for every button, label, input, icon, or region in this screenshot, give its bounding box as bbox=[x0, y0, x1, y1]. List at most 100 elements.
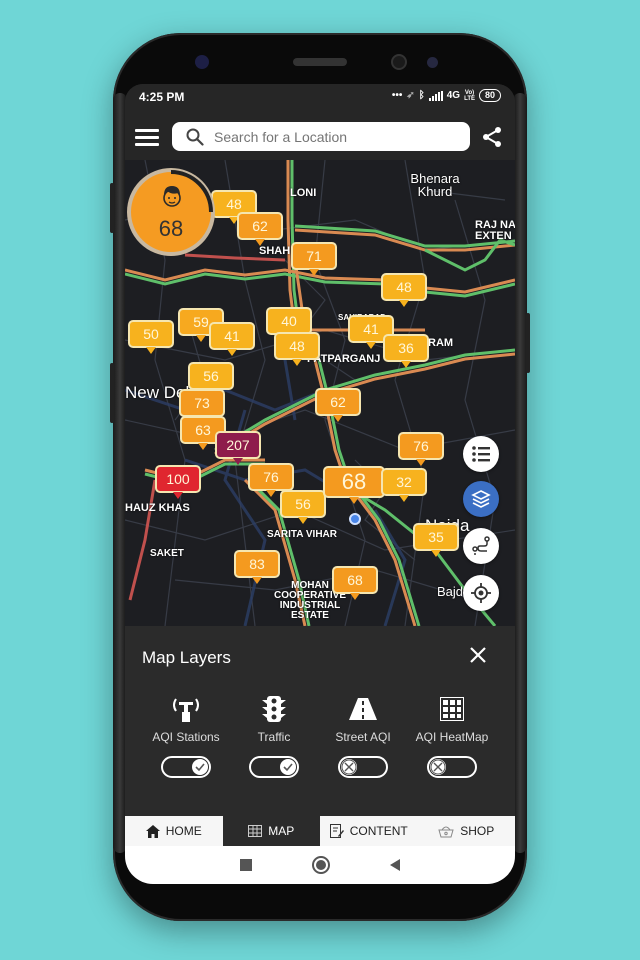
aqi-marker-value: 100 bbox=[166, 471, 190, 487]
share-icon[interactable] bbox=[481, 126, 503, 148]
aqi-value: 68 bbox=[158, 216, 184, 241]
grid-icon bbox=[440, 697, 464, 721]
menu-icon-line bbox=[135, 129, 159, 132]
place-label: SARITA VIHAR bbox=[267, 529, 337, 540]
recents-icon bbox=[240, 859, 252, 871]
aqi-marker[interactable]: 100 bbox=[155, 465, 201, 499]
traffic-light-icon bbox=[262, 696, 286, 722]
aqi-map[interactable]: LONI Bhenara Khurd RAJ NA EXTEN SHAH SAH… bbox=[125, 160, 515, 626]
my-location-button[interactable] bbox=[463, 575, 499, 611]
aqi-marker-value: 62 bbox=[330, 394, 346, 410]
aqi-marker[interactable]: 50 bbox=[128, 320, 174, 354]
menu-button[interactable] bbox=[135, 129, 159, 147]
menu-icon-line bbox=[135, 143, 159, 146]
aqi-marker-value: 36 bbox=[398, 340, 414, 356]
aqi-marker[interactable]: 35 bbox=[413, 523, 459, 557]
aqi-marker[interactable]: 56 bbox=[188, 362, 234, 396]
aqi-progress-arc bbox=[170, 170, 213, 213]
battery-indicator: 80 bbox=[478, 89, 501, 102]
front-camera bbox=[391, 54, 407, 70]
back-button[interactable] bbox=[390, 859, 400, 871]
aqi-marker-value: 41 bbox=[363, 321, 379, 337]
aqi-marker-value: 68 bbox=[341, 469, 367, 494]
menu-icon-line bbox=[135, 136, 159, 139]
aqi-marker[interactable]: 41 bbox=[209, 322, 255, 356]
list-view-button[interactable] bbox=[463, 436, 499, 472]
traffic-toggle[interactable] bbox=[249, 756, 299, 778]
aqi-marker-value: 62 bbox=[252, 218, 268, 234]
bixby-button bbox=[110, 363, 114, 423]
tab-map[interactable]: MAP bbox=[222, 816, 320, 846]
tab-label: HOME bbox=[165, 824, 202, 838]
phone-edge bbox=[513, 93, 527, 853]
aqi-marker-value: 73 bbox=[194, 395, 210, 411]
aqi-marker[interactable]: 56 bbox=[280, 490, 326, 524]
map-layers-button[interactable] bbox=[463, 481, 499, 517]
aqi-marker[interactable]: 76 bbox=[398, 432, 444, 466]
aqi-marker-value: 56 bbox=[295, 496, 311, 512]
aqi-marker-value: 68 bbox=[347, 572, 363, 588]
layer-aqi-stations: AQI Stations bbox=[141, 694, 231, 778]
home-nav-button[interactable] bbox=[312, 856, 330, 874]
content-icon bbox=[329, 824, 344, 838]
close-icon[interactable] bbox=[469, 646, 487, 664]
back-icon bbox=[390, 859, 400, 871]
panel-title: Map Layers bbox=[142, 648, 231, 667]
aqi-marker[interactable]: 76 bbox=[248, 463, 294, 497]
place-label: SAKET bbox=[150, 548, 184, 559]
route-icon bbox=[472, 536, 490, 555]
aqi-marker-value: 48 bbox=[289, 338, 305, 354]
aqi-marker-selected[interactable]: 68 bbox=[323, 466, 385, 504]
aqi-marker[interactable]: 62 bbox=[315, 388, 361, 422]
aqi-marker[interactable]: 48 bbox=[274, 332, 320, 366]
aqi-marker[interactable]: 68 bbox=[332, 566, 378, 600]
aqi-marker[interactable]: 62 bbox=[237, 212, 283, 246]
aqi-marker[interactable]: 36 bbox=[383, 334, 429, 368]
place-label: SHAH bbox=[259, 245, 291, 257]
aqi-marker[interactable]: 48 bbox=[381, 273, 427, 307]
tab-content[interactable]: CONTENT bbox=[320, 816, 418, 846]
search-input[interactable] bbox=[214, 128, 454, 145]
tab-label: MAP bbox=[268, 824, 295, 838]
aqi-marker-value: 76 bbox=[263, 469, 279, 485]
route-button[interactable] bbox=[463, 528, 499, 564]
aqi-marker[interactable]: 40 bbox=[266, 307, 312, 341]
proximity-sensor bbox=[427, 57, 438, 68]
place-label: HAUZ KHAS bbox=[125, 502, 190, 514]
layer-street-aqi: Street AQI bbox=[318, 694, 408, 778]
current-aqi-badge[interactable]: 68 bbox=[127, 168, 215, 256]
aqi-stations-toggle[interactable] bbox=[161, 756, 211, 778]
aqi-marker[interactable]: 73 bbox=[179, 389, 225, 423]
street-aqi-toggle[interactable] bbox=[338, 756, 388, 778]
status-time: 4:25 PM bbox=[139, 90, 185, 104]
aqi-marker[interactable]: 207 bbox=[215, 431, 261, 465]
layer-label: Traffic bbox=[257, 730, 291, 744]
aqi-marker-value: 76 bbox=[413, 438, 429, 454]
aqi-marker-value: 207 bbox=[226, 437, 250, 453]
iris-sensor bbox=[195, 55, 209, 69]
aqi-marker-value: 56 bbox=[203, 368, 219, 384]
search-bar[interactable] bbox=[172, 122, 470, 151]
basket-icon bbox=[438, 826, 454, 838]
list-icon bbox=[472, 446, 490, 462]
layer-label: AQI HeatMap bbox=[415, 730, 489, 744]
volte-icon: Vo) LTE bbox=[464, 89, 475, 102]
aqi-marker-value: 35 bbox=[428, 529, 444, 545]
tab-home[interactable]: HOME bbox=[125, 816, 223, 846]
status-bar: 4:25 PM ••• ➶ ᛒ 4G Vo) LTE 80 bbox=[125, 84, 515, 110]
aqi-marker[interactable]: 71 bbox=[291, 242, 337, 276]
recents-button[interactable] bbox=[240, 859, 252, 871]
layer-label: Street AQI bbox=[335, 730, 391, 744]
aqi-marker-value: 40 bbox=[281, 313, 297, 329]
aqi-marker[interactable]: 83 bbox=[234, 550, 280, 584]
aqi-heatmap-toggle[interactable] bbox=[427, 756, 477, 778]
network-type: 4G bbox=[446, 90, 461, 101]
location-off-icon: ➶ bbox=[406, 90, 415, 101]
road-icon bbox=[349, 698, 377, 720]
tab-shop[interactable]: SHOP bbox=[418, 816, 516, 846]
tab-label: SHOP bbox=[460, 824, 495, 838]
place-label: RAJ NA EXTEN bbox=[475, 219, 515, 242]
aqi-marker[interactable]: 32 bbox=[381, 468, 427, 502]
home-icon bbox=[145, 824, 160, 838]
layers-icon bbox=[471, 490, 491, 508]
